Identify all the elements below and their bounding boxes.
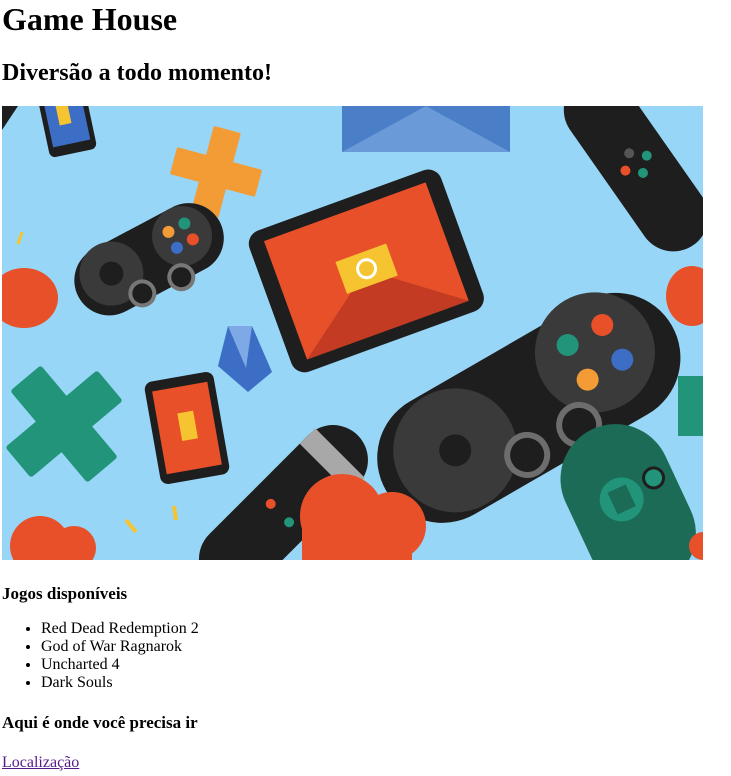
list-item: Red Dead Redemption 2 xyxy=(41,620,731,638)
page: Game House Diversão a todo momento! Jogo… xyxy=(0,0,731,772)
games-heading: Jogos disponíveis xyxy=(2,584,128,603)
list-item: Dark Souls xyxy=(41,674,731,692)
gaming-banner-image xyxy=(2,106,703,560)
location-link[interactable]: Localização xyxy=(2,754,79,772)
location-heading: Aqui é onde você precisa ir xyxy=(2,713,198,732)
list-item: God of War Ragnarok xyxy=(41,638,731,656)
list-item: Uncharted 4 xyxy=(41,656,731,674)
site-subtitle: Diversão a todo momento! xyxy=(2,60,272,86)
site-title: Game House xyxy=(2,1,178,37)
games-list: Red Dead Redemption 2 God of War Ragnaro… xyxy=(2,620,731,692)
